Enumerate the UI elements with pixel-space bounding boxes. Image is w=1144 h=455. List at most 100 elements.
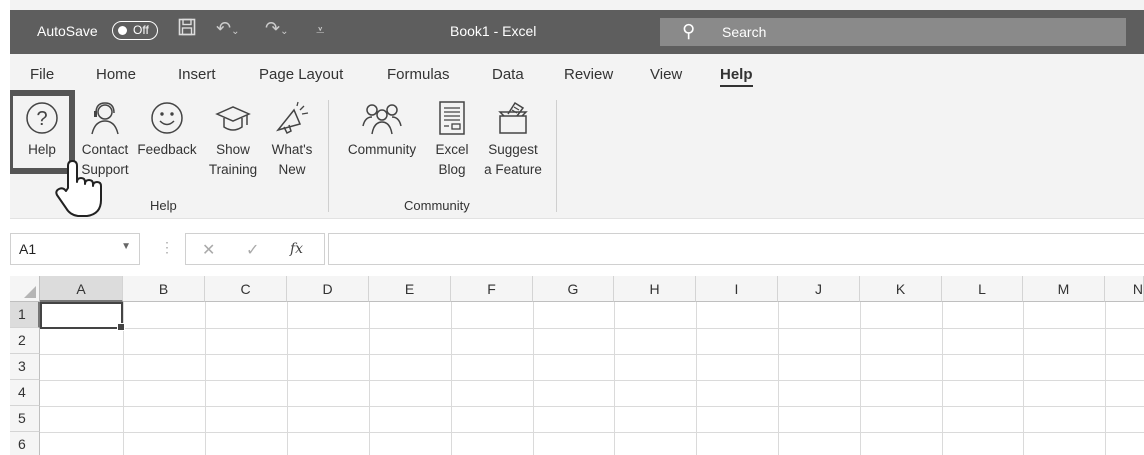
resize-handle-icon[interactable]: ⋮	[160, 239, 174, 256]
feedback-button[interactable]: Feedback	[134, 94, 200, 160]
column-gridline	[942, 302, 943, 455]
column-gridline	[778, 302, 779, 455]
autosave-label: AutoSave	[37, 23, 98, 39]
column-header-e[interactable]: E	[369, 276, 451, 302]
formula-bar: A1 ▼ ⋮ ✕ ✓ fx	[10, 218, 1144, 277]
search-placeholder: Search	[722, 24, 767, 40]
graduation-cap-icon	[215, 106, 251, 131]
help-group-label: Help	[150, 198, 177, 213]
row-header-3[interactable]: 3	[10, 354, 40, 380]
save-icon[interactable]	[178, 18, 196, 41]
row-header-1[interactable]: 1	[10, 302, 40, 328]
undo-icon[interactable]: ↶⌄	[216, 18, 239, 39]
column-header-m[interactable]: M	[1023, 276, 1105, 302]
column-header-i[interactable]: I	[696, 276, 778, 302]
suggest-feature-label-2: a Feature	[484, 162, 542, 177]
document-title: Book1 - Excel	[450, 23, 537, 39]
tab-data[interactable]: Data	[492, 66, 524, 83]
toggle-knob	[118, 25, 127, 35]
tab-home[interactable]: Home	[96, 66, 136, 83]
hand-pointer-icon	[55, 160, 102, 217]
customize-qat-icon[interactable]: ⩡	[316, 22, 324, 39]
column-header-g[interactable]: G	[533, 276, 614, 302]
excel-blog-button[interactable]: Excel Blog	[428, 94, 476, 180]
title-bar: AutoSave Off ↶⌄ ↷⌄ ⩡ Book1 - Excel ⚲ Sea…	[10, 10, 1144, 54]
row-header-5[interactable]: 5	[10, 406, 40, 432]
ribbon-tabs: File Home Insert Page Layout Formulas Da…	[10, 54, 1144, 94]
row-header-4[interactable]: 4	[10, 380, 40, 406]
name-box-value: A1	[19, 241, 37, 257]
column-header-n[interactable]: N	[1105, 276, 1144, 302]
column-gridline	[1105, 302, 1106, 455]
column-gridline	[614, 302, 615, 455]
column-gridline	[287, 302, 288, 455]
ribbon: ? Help Contact Support Feedback Show Tra…	[10, 90, 1144, 218]
column-gridline	[696, 302, 697, 455]
autosave-state: Off	[133, 23, 149, 37]
fill-handle[interactable]	[117, 323, 125, 331]
suggestion-box-icon	[498, 101, 528, 134]
column-gridline	[533, 302, 534, 455]
feedback-label: Feedback	[137, 142, 197, 157]
column-gridline	[451, 302, 452, 455]
smiley-icon	[151, 102, 183, 134]
community-label: Community	[347, 142, 417, 157]
group-separator	[556, 100, 557, 212]
excel-blog-label-1: Excel	[435, 142, 469, 157]
whats-new-button[interactable]: What's New	[262, 94, 322, 180]
column-gridline	[369, 302, 370, 455]
suggest-feature-label-1: Suggest	[488, 142, 538, 157]
name-box[interactable]: A1 ▼	[10, 233, 140, 265]
whats-new-label-2: New	[278, 162, 306, 177]
group-separator	[328, 100, 329, 212]
autosave-toggle[interactable]: Off	[112, 21, 158, 40]
row-header-2[interactable]: 2	[10, 328, 40, 354]
people-icon	[362, 104, 402, 135]
tab-formulas[interactable]: Formulas	[387, 66, 450, 83]
column-header-c[interactable]: C	[205, 276, 287, 302]
excel-window: AutoSave Off ↶⌄ ↷⌄ ⩡ Book1 - Excel ⚲ Sea…	[10, 0, 1144, 455]
column-header-d[interactable]: D	[287, 276, 369, 302]
column-gridline	[205, 302, 206, 455]
column-header-j[interactable]: J	[778, 276, 860, 302]
tab-page-layout[interactable]: Page Layout	[259, 66, 343, 83]
column-gridline	[1023, 302, 1024, 455]
enter-check-icon[interactable]: ✓	[246, 240, 259, 260]
corner-triangle-icon	[24, 286, 36, 298]
megaphone-icon	[275, 101, 309, 135]
tab-insert[interactable]: Insert	[178, 66, 216, 83]
column-header-f[interactable]: F	[451, 276, 533, 302]
row-header-6[interactable]: 6	[10, 432, 40, 455]
show-training-label-2: Training	[208, 162, 258, 177]
formula-input[interactable]	[328, 233, 1144, 265]
search-icon: ⚲	[682, 21, 696, 41]
column-header-k[interactable]: K	[860, 276, 942, 302]
column-header-a[interactable]: A	[40, 276, 123, 302]
formula-buttons: ✕ ✓ fx	[185, 233, 325, 265]
show-training-button[interactable]: Show Training	[203, 94, 263, 180]
tab-help[interactable]: Help	[720, 66, 753, 87]
show-training-label-1: Show	[216, 142, 250, 157]
chevron-down-icon[interactable]: ▼	[121, 241, 131, 252]
spreadsheet-grid: A B C D E F G H I J K L M N 1 2 3 4 5 6	[10, 276, 1144, 455]
column-gridline	[860, 302, 861, 455]
excel-blog-label-2: Blog	[438, 162, 466, 177]
headset-person-icon	[91, 102, 119, 135]
column-header-l[interactable]: L	[942, 276, 1023, 302]
select-all-button[interactable]	[10, 276, 40, 302]
whats-new-label-1: What's	[271, 142, 313, 157]
insert-function-icon[interactable]: fx	[290, 241, 303, 257]
redo-icon[interactable]: ↷⌄	[265, 18, 288, 39]
tab-view[interactable]: View	[650, 66, 682, 83]
contact-support-label-1: Contact	[81, 142, 129, 157]
column-header-b[interactable]: B	[123, 276, 205, 302]
tab-file[interactable]: File	[30, 66, 54, 83]
community-group-label: Community	[404, 198, 470, 213]
cancel-icon[interactable]: ✕	[202, 240, 215, 260]
suggest-feature-button[interactable]: Suggest a Feature	[480, 94, 546, 180]
tab-review[interactable]: Review	[564, 66, 613, 83]
column-header-h[interactable]: H	[614, 276, 696, 302]
community-button[interactable]: Community	[340, 94, 424, 160]
search-box[interactable]: ⚲ Search	[660, 18, 1126, 46]
active-cell-a1[interactable]	[40, 302, 125, 331]
